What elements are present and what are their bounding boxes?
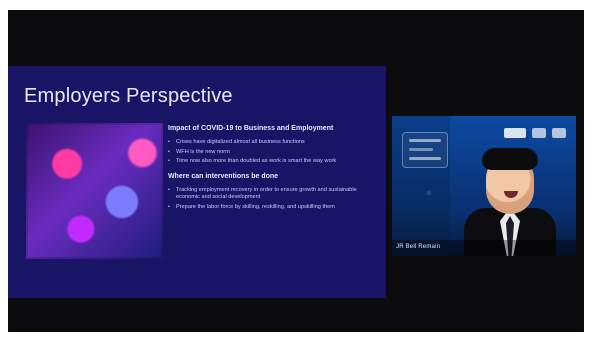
bullet-item: Prepare the labor force by skilling, res…	[168, 204, 378, 212]
bullet-list: Tracking employment recovery in order to…	[168, 187, 378, 212]
sponsor-logos	[504, 128, 566, 138]
slide-image	[26, 123, 163, 259]
bullet-item: Time now also more than doubled as work …	[168, 158, 378, 166]
bullet-item: Crises have digitalized almost all busin…	[168, 139, 378, 147]
logo-line	[409, 148, 433, 151]
bullet-item: Tracking employment recovery in order to…	[168, 187, 378, 202]
sponsor-logo	[504, 128, 526, 138]
speaker-name-label: JR Bell Remain	[396, 244, 441, 250]
section-heading: Where can interventions be done	[168, 172, 279, 180]
speaker-video-tile[interactable]	[392, 116, 576, 256]
section-heading: Impact of COVID-19 to Business and Emplo…	[168, 125, 334, 132]
bottom-bar	[8, 304, 584, 332]
sponsor-logo	[552, 128, 566, 138]
sponsor-logo	[532, 128, 546, 138]
bullet-item: WFH is the new norm	[168, 149, 378, 157]
shared-slide: Employers Perspective Impact of COVID-19…	[8, 66, 386, 298]
slide-content: Impact of COVID-19 to Business and Emplo…	[168, 124, 378, 284]
event-logo	[402, 132, 448, 168]
logo-line	[409, 157, 441, 160]
bullet-list: Crises have digitalized almost all busin…	[168, 139, 378, 166]
speaker-hair	[482, 148, 538, 170]
slide-title: Employers Perspective	[24, 85, 233, 107]
logo-line	[409, 139, 441, 142]
